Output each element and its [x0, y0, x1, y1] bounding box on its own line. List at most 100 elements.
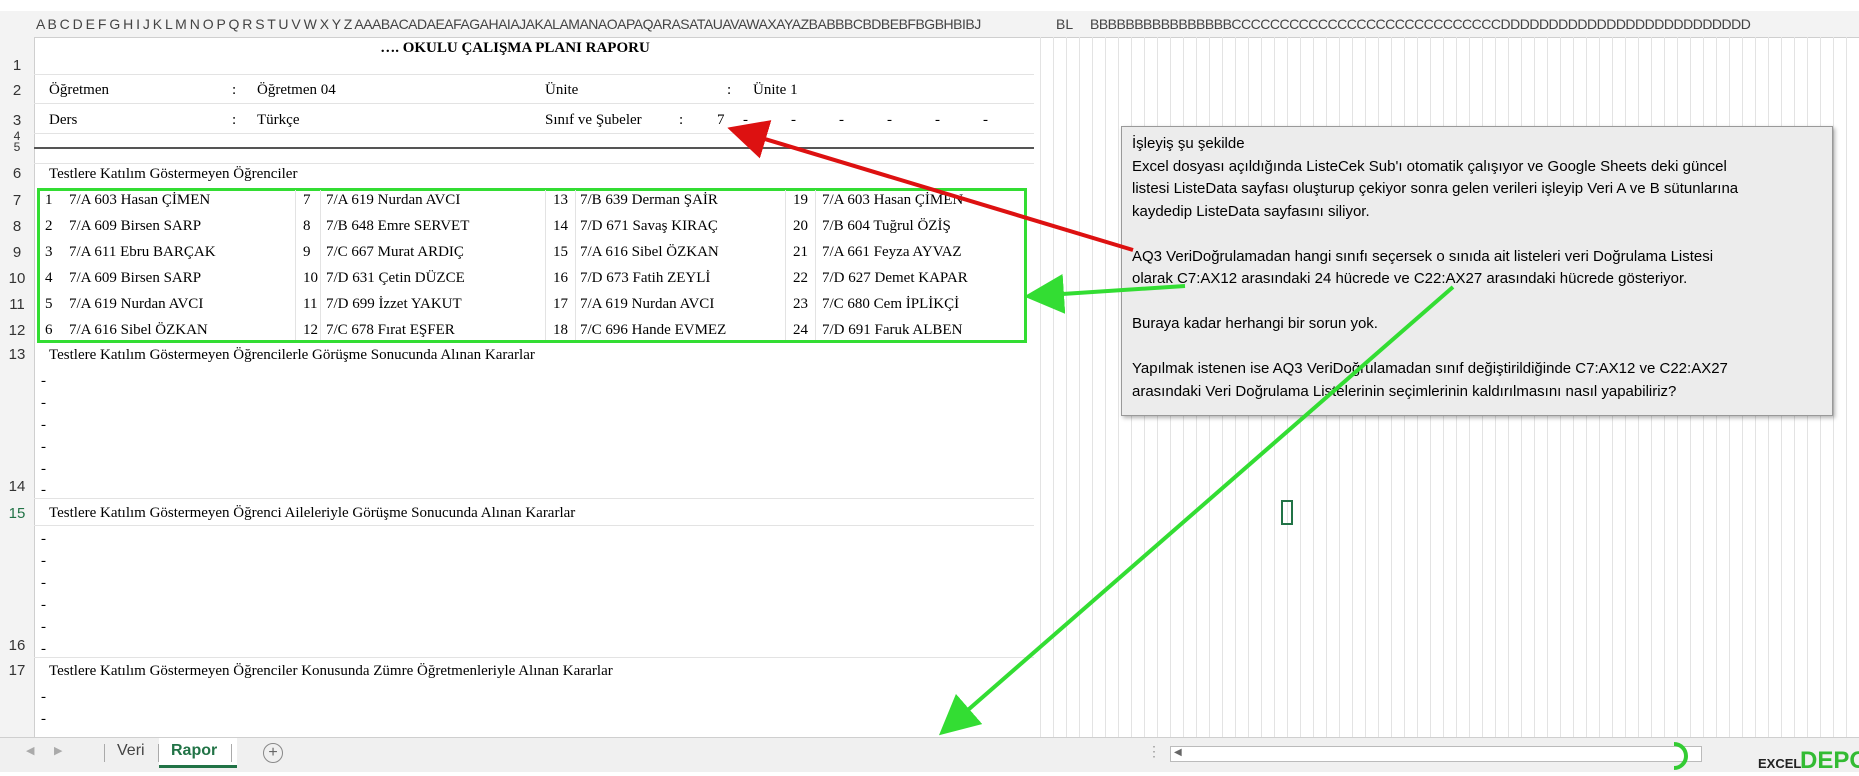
student-number[interactable]: 4: [45, 269, 53, 287]
list-item-dash[interactable]: -: [41, 438, 46, 456]
class-dash[interactable]: -: [887, 111, 892, 129]
student-number[interactable]: 16: [553, 269, 568, 287]
student-name[interactable]: 7/A 616 Sibel ÖZKAN: [580, 243, 719, 261]
class-dash[interactable]: -: [743, 111, 748, 129]
scroll-left-icon[interactable]: ◀: [1174, 747, 1182, 758]
student-number[interactable]: 14: [553, 217, 568, 235]
student-number[interactable]: 5: [45, 295, 53, 313]
row-number[interactable]: 7: [0, 192, 34, 209]
student-number[interactable]: 13: [553, 191, 568, 209]
teacher-label[interactable]: Öğretmen: [49, 81, 109, 99]
student-number[interactable]: 8: [303, 217, 311, 235]
student-name[interactable]: 7/C 680 Cem İPLİKÇİ: [822, 295, 959, 313]
student-name[interactable]: 7/B 648 Emre SERVET: [326, 217, 469, 235]
list-item-dash[interactable]: -: [41, 416, 46, 434]
teacher-value[interactable]: Öğretmen 04: [257, 81, 336, 99]
student-number[interactable]: 19: [793, 191, 808, 209]
course-label[interactable]: Ders: [49, 111, 77, 129]
student-name[interactable]: 7/D 627 Demet KAPAR: [822, 269, 968, 287]
tab-nav-next-icon[interactable]: ▶: [54, 744, 62, 757]
row-number[interactable]: 9: [0, 244, 34, 261]
row-number[interactable]: 3: [0, 112, 34, 129]
student-name[interactable]: 7/D 699 İzzet YAKUT: [326, 295, 462, 313]
student-number[interactable]: 22: [793, 269, 808, 287]
list-item-dash[interactable]: -: [41, 481, 46, 499]
student-name[interactable]: 7/A 616 Sibel ÖZKAN: [69, 321, 208, 339]
row-number[interactable]: 13: [0, 346, 34, 363]
class-label[interactable]: Sınıf ve Şubeler: [545, 111, 642, 129]
add-sheet-button[interactable]: +: [263, 743, 283, 763]
student-number[interactable]: 23: [793, 295, 808, 313]
student-number[interactable]: 6: [45, 321, 53, 339]
tab-veri[interactable]: Veri: [105, 738, 157, 765]
student-name[interactable]: 7/A 603 Hasan ÇİMEN: [69, 191, 210, 209]
student-name[interactable]: 7/C 696 Hande EVMEZ: [580, 321, 726, 339]
student-number[interactable]: 24: [793, 321, 808, 339]
list-item-dash[interactable]: -: [41, 372, 46, 390]
list-item-dash[interactable]: -: [41, 710, 46, 728]
section-title-teacher-meetings[interactable]: Testlere Katılım Göstermeyen Öğrenciler …: [49, 662, 613, 680]
student-number[interactable]: 1: [45, 191, 53, 209]
more-options-icon[interactable]: ⋮: [1147, 743, 1161, 760]
student-number[interactable]: 15: [553, 243, 568, 261]
section-title-family-meetings[interactable]: Testlere Katılım Göstermeyen Öğrenci Ail…: [49, 504, 575, 522]
student-name[interactable]: 7/A 619 Nurdan AVCI: [580, 295, 714, 313]
tab-nav-prev-icon[interactable]: ◀: [26, 744, 34, 757]
list-item-dash[interactable]: -: [41, 640, 46, 658]
list-item-dash[interactable]: -: [41, 618, 46, 636]
class-dash[interactable]: -: [839, 111, 844, 129]
student-name[interactable]: 7/C 678 Fırat EŞFER: [326, 321, 455, 339]
student-number[interactable]: 3: [45, 243, 53, 261]
report-title[interactable]: …. OKULU ÇALIŞMA PLANI RAPORU: [0, 40, 1030, 57]
row-number[interactable]: 12: [0, 322, 34, 339]
row-number[interactable]: 1: [0, 57, 34, 74]
student-number[interactable]: 18: [553, 321, 568, 339]
student-name[interactable]: 7/A 619 Nurdan AVCI: [69, 295, 203, 313]
student-name[interactable]: 7/A 611 Ebru BARÇAK: [69, 243, 216, 261]
student-number[interactable]: 10: [303, 269, 318, 287]
student-number[interactable]: 11: [303, 295, 317, 313]
horizontal-scrollbar[interactable]: ◀: [1170, 746, 1702, 762]
student-name[interactable]: 7/D 671 Savaş KIRAÇ: [580, 217, 718, 235]
class-value-cell[interactable]: 7: [717, 111, 725, 129]
list-item-dash[interactable]: -: [41, 596, 46, 614]
student-number[interactable]: 20: [793, 217, 808, 235]
class-dash[interactable]: -: [983, 111, 988, 129]
student-name[interactable]: 7/A 619 Nurdan AVCI: [326, 191, 460, 209]
row-number[interactable]: 5: [0, 140, 34, 154]
student-name[interactable]: 7/D 631 Çetin DÜZCE: [326, 269, 465, 287]
row-number[interactable]: 16: [0, 637, 34, 654]
comment-box[interactable]: İşleyiş şu şekilde Excel dosyası açıldığ…: [1121, 126, 1833, 416]
active-cell-cursor[interactable]: [1281, 500, 1293, 525]
column-letters-right[interactable]: BBBBBBBBBBBBBBBBCCCCCCCCCCCCCCCCCCCCCCCC…: [1090, 11, 1751, 37]
tab-rapor[interactable]: Rapor: [159, 738, 237, 768]
student-number[interactable]: 9: [303, 243, 311, 261]
class-dash[interactable]: -: [935, 111, 940, 129]
column-letter-bl[interactable]: BL: [1056, 11, 1073, 37]
list-item-dash[interactable]: -: [41, 552, 46, 570]
student-name[interactable]: 7/A 609 Birsen SARP: [69, 269, 201, 287]
row-number[interactable]: 10: [0, 270, 34, 287]
row-number[interactable]: 17: [0, 662, 34, 679]
list-item-dash[interactable]: -: [41, 460, 46, 478]
student-number[interactable]: 7: [303, 191, 311, 209]
student-name[interactable]: 7/A 603 Hasan ÇİMEN: [822, 191, 963, 209]
row-number[interactable]: 11: [0, 296, 34, 313]
student-name[interactable]: 7/C 667 Murat ARDIÇ: [326, 243, 464, 261]
column-letters[interactable]: A B C D E F G H I J K L M N O P Q R S T …: [36, 11, 981, 37]
list-item-dash[interactable]: -: [41, 688, 46, 706]
student-name[interactable]: 7/B 604 Tuğrul ÖZİŞ: [822, 217, 951, 235]
row-number[interactable]: 14: [0, 478, 34, 495]
student-name[interactable]: 7/A 661 Feyza AYVAZ: [822, 243, 962, 261]
student-name[interactable]: 7/B 639 Derman ŞAİR: [580, 191, 718, 209]
student-number[interactable]: 12: [303, 321, 318, 339]
student-number[interactable]: 17: [553, 295, 568, 313]
row-number[interactable]: 6: [0, 165, 34, 182]
student-number[interactable]: 2: [45, 217, 53, 235]
section-title-absent-students[interactable]: Testlere Katılım Göstermeyen Öğrenciler: [49, 165, 297, 183]
class-dash[interactable]: -: [791, 111, 796, 129]
student-name[interactable]: 7/D 673 Fatih ZEYLİ: [580, 269, 710, 287]
unit-label[interactable]: Ünite: [545, 81, 578, 99]
section-title-student-meetings[interactable]: Testlere Katılım Göstermeyen Öğrencilerl…: [49, 346, 535, 364]
row-number[interactable]: 8: [0, 218, 34, 235]
